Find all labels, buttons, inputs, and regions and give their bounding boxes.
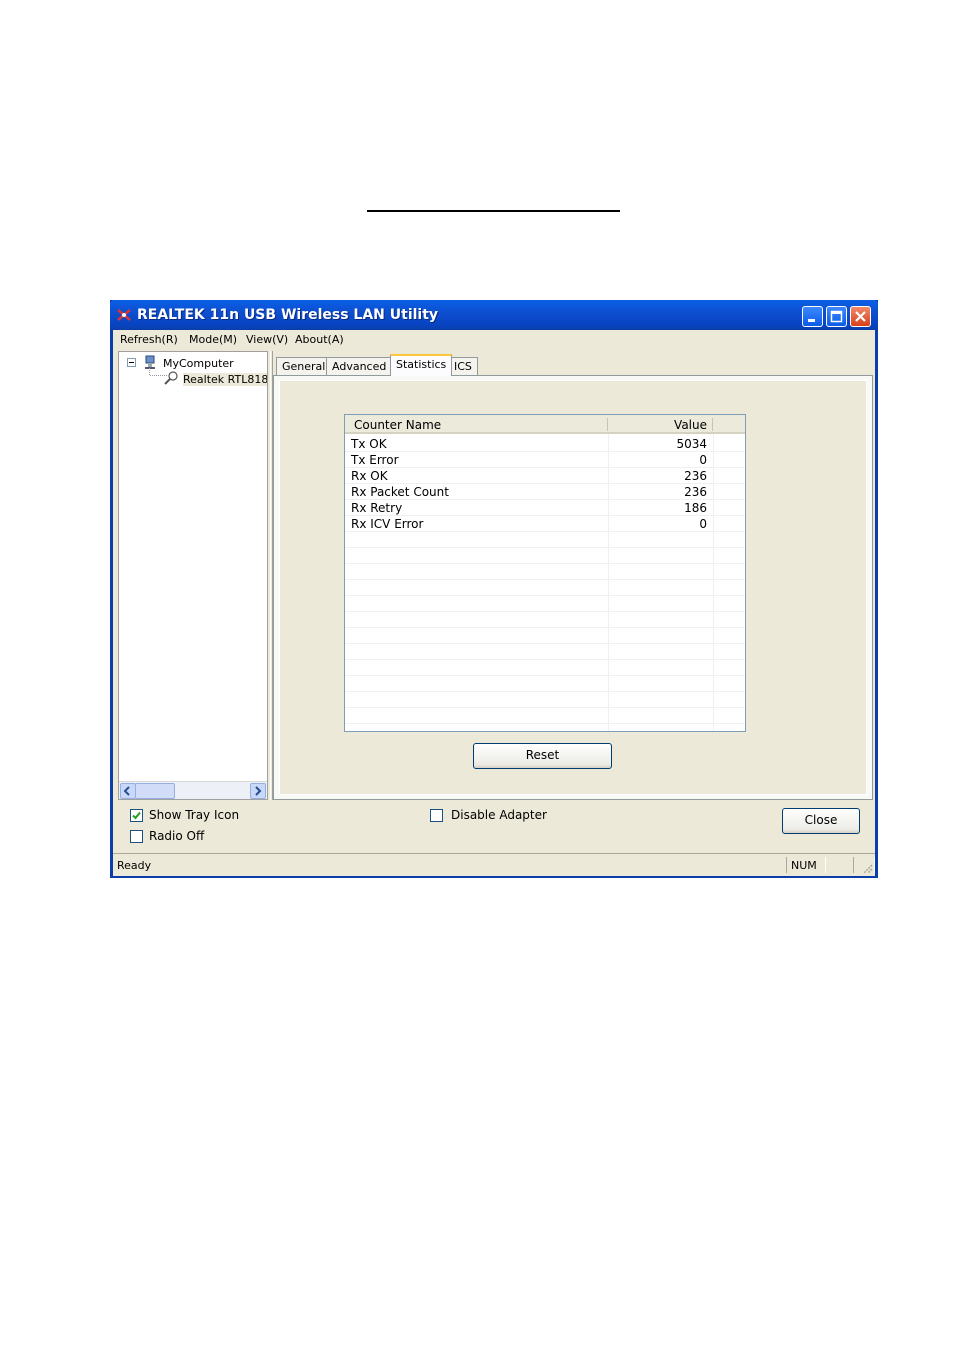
status-bar: Ready NUM: [113, 853, 875, 876]
scroll-left-button[interactable]: [120, 783, 136, 799]
counter-value-cell: 186: [684, 501, 707, 515]
menu-about[interactable]: About(A): [295, 333, 344, 346]
maximize-button[interactable]: [826, 306, 847, 327]
scroll-thumb[interactable]: [135, 783, 175, 799]
resize-grip-icon[interactable]: [861, 862, 873, 874]
checkmark-icon: [132, 811, 141, 820]
chevron-left-icon: [123, 786, 130, 796]
list-header: Counter Name Value: [345, 415, 745, 434]
counter-name-cell: Rx ICV Error: [351, 517, 424, 531]
tab-general[interactable]: General: [276, 357, 332, 375]
wireless-adapter-icon: [164, 371, 178, 385]
list-row[interactable]: Rx ICV Error 0: [345, 516, 745, 532]
list-row[interactable]: [345, 660, 745, 676]
menu-mode[interactable]: Mode(M): [189, 333, 237, 346]
column-header-counter[interactable]: Counter Name: [354, 418, 441, 432]
counter-name-cell: Tx OK: [351, 437, 387, 451]
show-tray-icon-checkbox[interactable]: [130, 809, 143, 822]
counter-value-cell: 0: [699, 517, 707, 531]
close-button-label: Close: [804, 813, 838, 827]
list-row[interactable]: Tx Error 0: [345, 452, 745, 468]
app-window: REALTEK 11n USB Wireless LAN Utility Ref…: [110, 300, 878, 878]
list-row[interactable]: [345, 724, 745, 731]
tree-item-adapter[interactable]: Realtek RTL8188: [183, 373, 267, 386]
list-row[interactable]: Rx Packet Count 236: [345, 484, 745, 500]
close-button[interactable]: Close: [782, 808, 860, 834]
counter-value-cell: 236: [684, 485, 707, 499]
list-row[interactable]: [345, 692, 745, 708]
title-bar[interactable]: REALTEK 11n USB Wireless LAN Utility: [110, 300, 878, 330]
list-row[interactable]: [345, 532, 745, 548]
list-row[interactable]: [345, 628, 745, 644]
collapse-icon[interactable]: [127, 358, 136, 367]
tab-ics[interactable]: ICS: [448, 357, 478, 375]
disable-adapter-checkbox[interactable]: [430, 809, 443, 822]
list-row[interactable]: [345, 708, 745, 724]
list-row[interactable]: [345, 644, 745, 660]
counter-name-cell: Rx OK: [351, 469, 388, 483]
counter-name-cell: Rx Retry: [351, 501, 403, 515]
window-title: REALTEK 11n USB Wireless LAN Utility: [137, 307, 439, 323]
radio-off-label[interactable]: Radio Off: [149, 829, 204, 843]
tree-item-mycomputer[interactable]: MyComputer: [163, 357, 234, 370]
radio-off-checkbox[interactable]: [130, 830, 143, 843]
minimize-button[interactable]: [802, 306, 823, 327]
show-tray-icon-label[interactable]: Show Tray Icon: [149, 808, 239, 822]
list-row[interactable]: Tx OK 5034: [345, 436, 745, 452]
status-text: Ready: [117, 859, 152, 872]
list-row[interactable]: [345, 596, 745, 612]
counter-value-cell: 0: [699, 453, 707, 467]
list-row[interactable]: Rx OK 236: [345, 468, 745, 484]
reset-button-label: Reset: [525, 748, 560, 762]
close-window-button[interactable]: [850, 306, 871, 327]
column-divider[interactable]: [712, 418, 713, 431]
maximize-icon: [830, 310, 843, 323]
column-divider[interactable]: [607, 418, 608, 431]
menu-refresh[interactable]: Refresh(R): [120, 333, 178, 346]
reset-button[interactable]: Reset: [473, 743, 612, 769]
adapter-tree: MyComputer Realtek RTL8188: [118, 351, 268, 800]
list-row[interactable]: [345, 564, 745, 580]
scroll-right-button[interactable]: [250, 783, 266, 799]
tab-statistics[interactable]: Statistics: [390, 354, 453, 376]
tab-advanced[interactable]: Advanced: [326, 357, 393, 375]
heading-underline: [367, 210, 620, 212]
menu-bar: Refresh(R) Mode(M) View(V) About(A): [113, 330, 875, 350]
menu-view[interactable]: View(V): [246, 333, 288, 346]
list-row[interactable]: [345, 580, 745, 596]
list-row[interactable]: Rx Retry 186: [345, 500, 745, 516]
minimize-icon: [808, 319, 815, 322]
counter-value-cell: 236: [684, 469, 707, 483]
column-header-value[interactable]: Value: [674, 418, 707, 432]
list-row[interactable]: [345, 548, 745, 564]
close-icon: [855, 311, 866, 322]
app-logo-icon: [117, 309, 131, 321]
statistics-list[interactable]: Counter Name Value Tx OK 5034 Tx Error 0 Rx …: [344, 414, 746, 732]
counter-value-cell: 5034: [676, 437, 707, 451]
tree-horizontal-scrollbar[interactable]: [119, 781, 267, 799]
list-row[interactable]: [345, 612, 745, 628]
list-row[interactable]: [345, 676, 745, 692]
chevron-right-icon: [255, 786, 262, 796]
counter-name-cell: Tx Error: [351, 453, 399, 467]
counter-name-cell: Rx Packet Count: [351, 485, 449, 499]
disable-adapter-label[interactable]: Disable Adapter: [451, 808, 547, 822]
num-lock-indicator: NUM: [791, 859, 817, 872]
